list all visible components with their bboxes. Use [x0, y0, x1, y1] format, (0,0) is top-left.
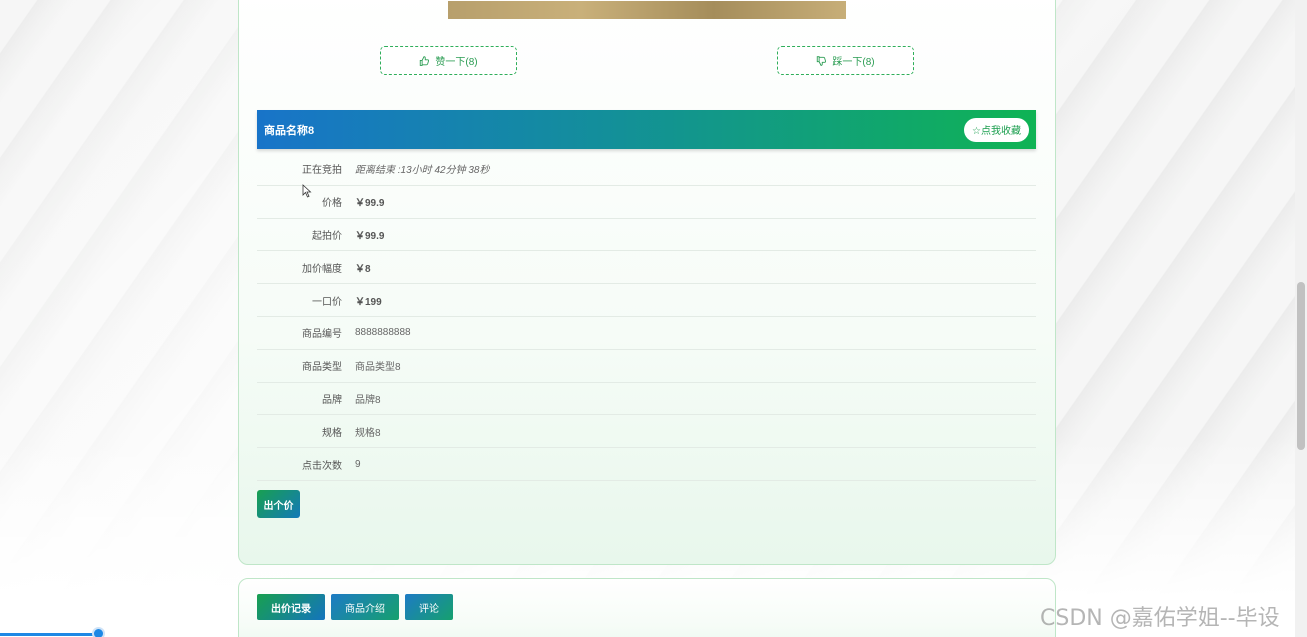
brand-value: 品牌8 [355, 394, 381, 406]
mouse-cursor-icon [302, 184, 312, 198]
info-label: 加价幅度 [302, 263, 342, 275]
product-image [448, 1, 846, 19]
like-button[interactable]: 赞一下(8) [380, 46, 517, 75]
product-type-value: 商品类型8 [355, 362, 401, 374]
product-tabs-card: 出价记录 商品介绍 评论 [238, 578, 1056, 637]
info-row-price: 价格 ￥99.9 [257, 186, 1036, 219]
favorite-button[interactable]: ☆点我收藏 [964, 117, 1029, 142]
info-label: 品牌 [322, 394, 342, 406]
tab-product-intro[interactable]: 商品介绍 [331, 594, 399, 620]
info-row-auction-status: 正在竞拍 距离结束 :13小时 42分钟 38秒 [257, 153, 1036, 186]
info-row-buyout-price: 一口价 ￥199 [257, 284, 1036, 317]
starting-price-value: ￥99.9 [355, 230, 385, 242]
price-value: ￥99.9 [355, 198, 385, 210]
place-bid-button[interactable]: 出个价 [257, 490, 300, 518]
dislike-label: 踩一下(8) [832, 57, 875, 68]
scrollbar[interactable] [1295, 0, 1307, 637]
thumbs-up-icon [420, 55, 430, 66]
tab-comments[interactable]: 评论 [405, 594, 453, 620]
info-label: 起拍价 [312, 230, 342, 242]
info-label: 规格 [322, 427, 342, 439]
info-label: 商品类型 [302, 362, 342, 374]
like-label: 赞一下(8) [435, 57, 478, 68]
spec-value: 规格8 [355, 427, 381, 439]
info-row-starting-price: 起拍价 ￥99.9 [257, 219, 1036, 252]
product-info-table: 正在竞拍 距离结束 :13小时 42分钟 38秒 价格 ￥99.9 起拍价 ￥9… [257, 153, 1036, 481]
dislike-button[interactable]: 踩一下(8) [777, 46, 914, 75]
watermark: CSDN @嘉佑学姐--毕设 [1040, 606, 1280, 631]
click-count-value: 9 [355, 458, 361, 470]
info-row-product-type: 商品类型 商品类型8 [257, 350, 1036, 383]
info-row-increment: 加价幅度 ￥8 [257, 251, 1036, 285]
scrollbar-thumb[interactable] [1297, 282, 1305, 450]
increment-value: ￥8 [355, 263, 371, 275]
info-row-brand: 品牌 品牌8 [257, 383, 1036, 416]
product-id-value: 8888888888 [355, 327, 411, 339]
info-label: 正在竞拍 [302, 165, 342, 177]
tab-bid-records[interactable]: 出价记录 [257, 594, 325, 620]
favorite-label: ☆点我收藏 [972, 126, 1021, 137]
product-name: 商品名称8 [264, 124, 315, 137]
progress-knob[interactable] [92, 627, 105, 637]
countdown-value: 距离结束 :13小时 42分钟 38秒 [355, 165, 490, 177]
info-row-click-count: 点击次数 9 [257, 448, 1036, 481]
product-detail-card: 赞一下(8) 踩一下(8) 商品名称8 ☆点我收藏 正在竞拍 距离结束 :13小… [238, 0, 1056, 565]
thumbs-down-icon [817, 55, 827, 66]
info-row-spec: 规格 规格8 [257, 415, 1036, 449]
info-row-product-id: 商品编号 8888888888 [257, 317, 1036, 350]
info-label: 点击次数 [302, 460, 342, 472]
info-label: 一口价 [312, 296, 342, 308]
buyout-price-value: ￥199 [355, 296, 382, 308]
info-label: 价格 [322, 198, 342, 210]
product-title-bar: 商品名称8 ☆点我收藏 [257, 110, 1036, 149]
info-label: 商品编号 [302, 329, 342, 341]
tab-bar: 出价记录 商品介绍 评论 [257, 594, 453, 620]
progress-bar [0, 633, 100, 636]
